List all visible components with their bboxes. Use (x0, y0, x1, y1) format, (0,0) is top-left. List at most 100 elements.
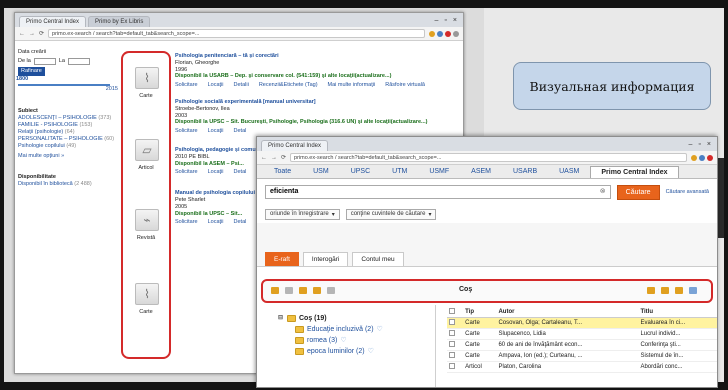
column-header[interactable]: Tip (463, 307, 497, 318)
row-checkbox[interactable] (447, 350, 464, 362)
extension-icon[interactable] (707, 154, 713, 161)
extension-icon[interactable] (429, 30, 435, 37)
field-select[interactable]: oriunde în înregistrare ▾ (265, 208, 340, 220)
row-checkbox[interactable] (447, 328, 464, 340)
request-link[interactable]: Solicitare (175, 82, 198, 89)
date-to-input[interactable] (67, 58, 90, 65)
facet-item[interactable]: PERSONALITATE – PSIHOLOGIE (60) (18, 136, 118, 143)
table-row[interactable]: Articol Platon, Carolina Abordări conc..… (447, 361, 717, 373)
cell-title[interactable]: Lucrul individ... (638, 328, 717, 340)
tab-usmf[interactable]: USMF (418, 165, 460, 178)
cell-title[interactable]: Evaluarea în ci... (638, 317, 717, 329)
forward-icon[interactable]: → (29, 31, 35, 37)
result-availability[interactable]: Disponibil la UPSC – Sit. Bucureşti, Psi… (175, 119, 459, 126)
facet-item[interactable]: ADOLESCENŢI – PSIHOLOGIE (373) (18, 115, 118, 122)
details-link[interactable]: Detal (234, 169, 247, 176)
locations-link[interactable]: Locaţii (208, 219, 224, 226)
date-from-input[interactable] (33, 58, 56, 65)
tab-upsc[interactable]: UPSC (340, 165, 381, 178)
cell-title[interactable]: Conferinţa şti... (638, 339, 717, 351)
minimize-icon[interactable]: – (435, 17, 439, 24)
tree-folder[interactable]: epoca luminilor (2) ♡ (277, 346, 383, 357)
tree-folder[interactable]: romea (3) ♡ (277, 335, 383, 346)
advanced-search-link[interactable]: Căutare avansată (666, 189, 709, 195)
clear-search-icon[interactable]: ⊗ (600, 186, 606, 198)
facet-item[interactable]: FAMILIE - PSIHOLOGIE (153) (18, 122, 118, 129)
folder-icon[interactable] (299, 287, 307, 294)
forward-icon[interactable]: → (271, 155, 277, 161)
tab-uasm[interactable]: UASM (548, 165, 590, 178)
table-row[interactable]: Carte 60 de ani de învăţământ econ... Co… (447, 339, 717, 351)
cell-title[interactable]: Abordări conc... (638, 361, 717, 373)
request-link[interactable]: Solicitare (175, 169, 198, 176)
table-row[interactable]: Carte Slupacenco, Lidia Lucrul individ..… (447, 328, 717, 340)
menu-icon[interactable] (453, 30, 459, 37)
collapse-icon[interactable]: ⊟ (277, 313, 284, 324)
request-link[interactable]: Solicitare (175, 128, 198, 135)
extension-icon[interactable] (437, 30, 443, 37)
browser-tab[interactable]: Primo Central Index (19, 16, 87, 27)
reload-icon[interactable]: ⟳ (39, 30, 44, 37)
minimize-icon[interactable]: – (689, 141, 693, 148)
facet-item[interactable]: Relaţii (psihologie) (64) (18, 129, 118, 136)
new-folder-icon[interactable] (271, 287, 279, 294)
column-header[interactable]: Autor (496, 307, 639, 318)
reload-icon[interactable]: ⟳ (281, 154, 286, 161)
result-availability[interactable]: Disponibil la USARB – Dep. şi conservare… (175, 73, 459, 80)
browser-tab[interactable]: Primo by Ex Libris (88, 16, 151, 27)
table-row[interactable]: Carte Cosovan, Olga; Cartaleanu, T... Ev… (447, 317, 717, 329)
table-row[interactable]: Carte Ampava, Ion (ed.); Curteanu, ... S… (447, 350, 717, 362)
heart-icon[interactable]: ♡ (340, 335, 346, 346)
locations-link[interactable]: Locaţii (208, 169, 224, 176)
reviews-link[interactable]: Recenzii&Etichete (Tag) (259, 82, 318, 89)
row-checkbox[interactable] (447, 361, 464, 373)
match-select[interactable]: conţine cuvintele de căutare ▾ (345, 208, 437, 220)
search-input[interactable]: eficienta ⊗ (265, 185, 611, 199)
result-title[interactable]: Psihologie socială experimentală [manual… (175, 99, 459, 106)
url-field[interactable]: primo.ex-search / search?tab=default_tab… (290, 153, 687, 162)
back-icon[interactable]: ← (19, 31, 25, 37)
close-icon[interactable]: × (453, 17, 457, 24)
search-button[interactable]: Căutare (616, 184, 660, 200)
request-link[interactable]: Solicitare (175, 219, 198, 226)
slider-track[interactable] (18, 84, 110, 86)
tab-toate[interactable]: Toate (263, 165, 302, 178)
arrow-icon[interactable] (285, 287, 293, 294)
virtual-browse-link[interactable]: Răsfoire virtuală (385, 82, 425, 89)
locations-link[interactable]: Locaţii (208, 82, 224, 89)
tab-primo-central[interactable]: Primo Central Index (590, 166, 679, 178)
facet-item[interactable]: Disponibil în bibliotecă (2 488) (18, 181, 118, 188)
column-header[interactable]: Titlu (638, 307, 717, 318)
tree-root[interactable]: ⊟ Coş (19) (277, 313, 383, 324)
row-checkbox[interactable] (447, 339, 464, 351)
tab-my-account[interactable]: Contul meu (352, 252, 404, 266)
tab-eraft[interactable]: E-raft (265, 252, 299, 266)
print-icon[interactable] (689, 287, 697, 294)
tab-usarb[interactable]: USARB (502, 165, 548, 178)
url-field[interactable]: primo.ex-search / search?tab=default_tab… (48, 29, 425, 38)
maximize-icon[interactable]: ▫ (444, 17, 446, 24)
browser-tab[interactable]: Primo Central Index (261, 140, 329, 151)
tab-usm[interactable]: USM (302, 165, 340, 178)
export-icon[interactable] (647, 287, 655, 294)
select-all-checkbox[interactable] (447, 307, 464, 318)
heart-icon[interactable]: ♡ (377, 324, 383, 335)
refine-button[interactable]: Rafinare (18, 67, 45, 76)
maximize-icon[interactable]: ▫ (698, 141, 700, 148)
more-options-link[interactable]: Mai multe opţiuni » (18, 153, 118, 160)
extension-icon[interactable] (445, 30, 451, 37)
copy-icon[interactable] (661, 287, 669, 294)
tab-asem[interactable]: ASEM (460, 165, 502, 178)
delete-icon[interactable] (327, 287, 335, 294)
row-checkbox[interactable] (447, 317, 464, 329)
cell-title[interactable]: Sistemul de în... (638, 350, 717, 362)
extension-icon[interactable] (699, 154, 705, 161)
facet-item[interactable]: Psihologie copilului (49) (18, 143, 118, 150)
tree-folder[interactable]: Educaţie incluzivă (2) ♡ (277, 324, 383, 335)
details-link[interactable]: Detalii (234, 82, 249, 89)
move-folder-icon[interactable] (313, 287, 321, 294)
more-info-link[interactable]: Mai multe informaţii (328, 82, 376, 89)
details-link[interactable]: Detal (234, 219, 247, 226)
year-slider[interactable]: 1800 2015 (16, 76, 118, 92)
details-link[interactable]: Detal (234, 128, 247, 135)
